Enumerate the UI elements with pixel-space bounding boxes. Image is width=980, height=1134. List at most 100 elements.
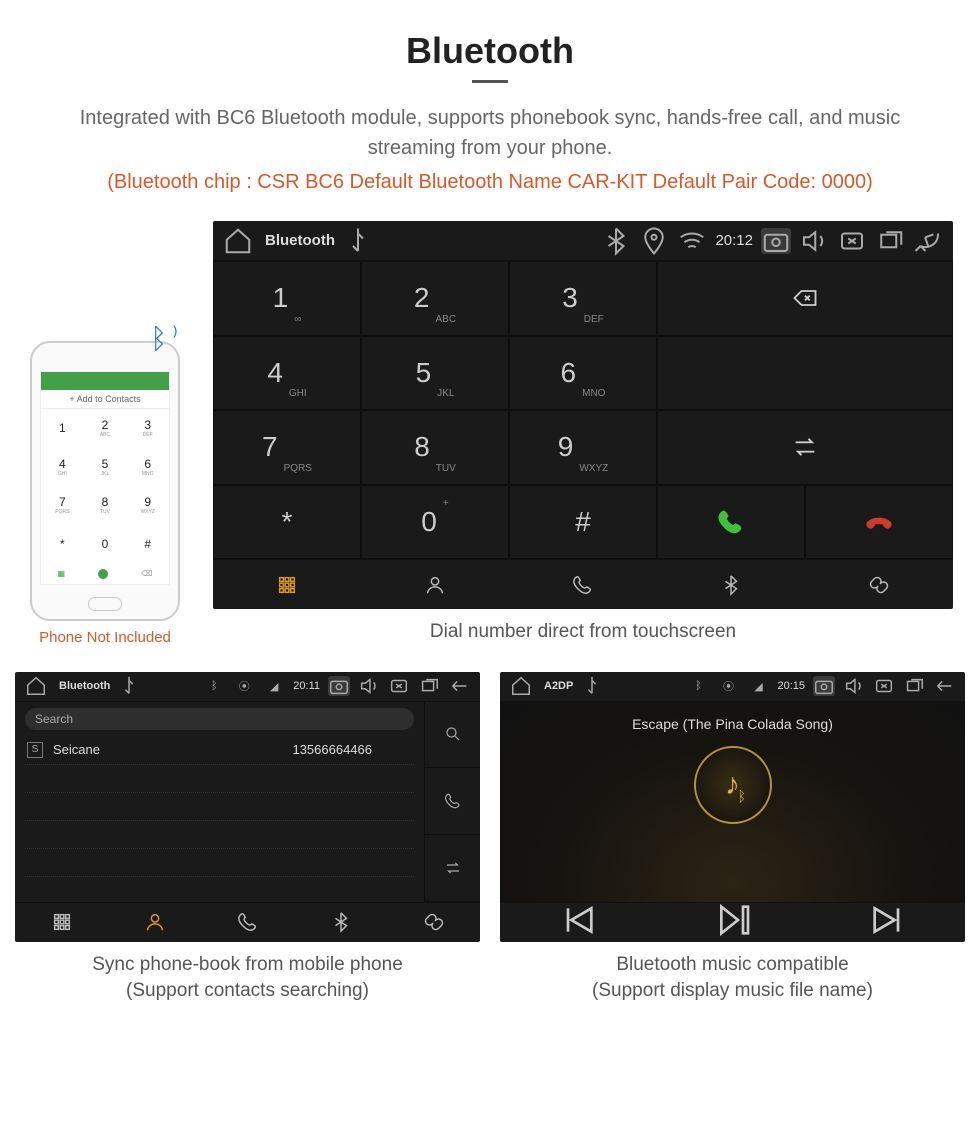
search-input[interactable]: Search — [25, 708, 414, 730]
location-icon: ⦿ — [233, 676, 255, 696]
home-icon[interactable] — [510, 676, 532, 696]
status-bar: Bluetooth 20:12 — [213, 221, 953, 261]
wifi-icon — [677, 228, 707, 254]
key-hash[interactable]: # — [509, 485, 657, 560]
key-star[interactable]: * — [213, 485, 361, 560]
key-3[interactable]: 3DEF — [509, 261, 657, 336]
status-title: Bluetooth — [59, 680, 110, 692]
clock: 20:11 — [293, 680, 320, 692]
close-app-button[interactable] — [388, 676, 410, 696]
wifi-icon: ◢ — [263, 676, 285, 696]
contact-number: 13566664466 — [292, 742, 372, 757]
phone-statusbar — [41, 372, 169, 390]
phone-add-contact: + Add to Contacts — [41, 390, 169, 409]
key-7[interactable]: 7PQRS — [213, 410, 361, 485]
home-icon[interactable] — [25, 676, 47, 696]
bluetooth-status-icon — [601, 228, 631, 254]
contact-initial: S — [27, 742, 43, 758]
recent-apps-button[interactable] — [418, 676, 440, 696]
close-app-button[interactable] — [873, 676, 895, 696]
empty-row — [25, 765, 414, 793]
bluetooth-signal-icon: ᛒ⁾ — [150, 323, 184, 355]
wifi-icon: ◢ — [747, 676, 769, 696]
contact-row[interactable]: S Seicane 13566664466 — [25, 736, 414, 765]
camera-button[interactable] — [761, 228, 791, 254]
nav-contacts[interactable] — [361, 560, 509, 609]
dialer-caption: Dial number direct from touchscreen — [213, 619, 953, 646]
call-button[interactable] — [657, 485, 805, 560]
nav-keypad[interactable] — [15, 903, 108, 942]
usb-icon — [118, 676, 140, 696]
empty-row — [25, 793, 414, 821]
camera-button[interactable] — [813, 676, 835, 696]
usb-icon — [343, 228, 373, 254]
phone-home-button — [88, 597, 122, 611]
nav-pair[interactable] — [805, 560, 953, 609]
song-title: Escape (The Pina Colada Song) — [632, 716, 833, 732]
spec-line: (Bluetooth chip : CSR BC6 Default Blueto… — [15, 167, 965, 197]
back-button[interactable] — [933, 676, 955, 696]
key-4[interactable]: 4GHI — [213, 336, 361, 411]
volume-button[interactable] — [358, 676, 380, 696]
nav-pair[interactable] — [387, 903, 480, 942]
key-0[interactable]: 0+ — [361, 485, 509, 560]
side-search-button[interactable] — [425, 702, 480, 769]
play-pause-button[interactable] — [713, 900, 753, 942]
prev-track-button[interactable] — [558, 900, 598, 942]
phone-note: Phone Not Included — [15, 629, 195, 646]
album-art-icon: ♪ᛒ — [694, 746, 772, 824]
page-title: Bluetooth — [15, 30, 965, 72]
volume-button[interactable] — [799, 228, 829, 254]
clock: 20:15 — [777, 680, 805, 692]
contact-name: Seicane — [53, 742, 100, 757]
usb-icon — [581, 676, 603, 696]
status-bar: A2DP ᛒ ⦿ ◢ 20:15 — [500, 672, 965, 702]
back-button[interactable] — [448, 676, 470, 696]
dialer-headunit: Bluetooth 20:12 1∞ 2ABC 3DEF — [213, 221, 953, 609]
nav-contacts[interactable] — [108, 903, 201, 942]
hangup-button[interactable] — [805, 485, 953, 560]
key-5[interactable]: 5JKL — [361, 336, 509, 411]
close-app-button[interactable] — [837, 228, 867, 254]
status-title: A2DP — [544, 680, 573, 692]
status-bar: Bluetooth ᛒ ⦿ ◢ 20:11 — [15, 672, 480, 702]
nav-keypad[interactable] — [213, 560, 361, 609]
empty-row — [25, 849, 414, 877]
side-sync-button[interactable] — [425, 835, 480, 902]
phonebook-headunit: Bluetooth ᛒ ⦿ ◢ 20:11 Search — [15, 672, 480, 942]
key-9[interactable]: 9WXYZ — [509, 410, 657, 485]
location-icon — [639, 228, 669, 254]
back-button[interactable] — [913, 228, 943, 254]
key-1[interactable]: 1∞ — [213, 261, 361, 336]
nav-call-log[interactable] — [201, 903, 294, 942]
title-underline — [472, 80, 508, 83]
key-2[interactable]: 2ABC — [361, 261, 509, 336]
empty-row — [25, 821, 414, 849]
music-caption: Bluetooth music compatible(Support displ… — [500, 952, 965, 1005]
key-6[interactable]: 6MNO — [509, 336, 657, 411]
music-headunit: A2DP ᛒ ⦿ ◢ 20:15 Escape (The Pina Colada… — [500, 672, 965, 942]
status-title: Bluetooth — [265, 232, 335, 249]
bluetooth-status-icon: ᛒ — [203, 676, 225, 696]
phone-keypad: 1 2ABC 3DEF 4GHI 5JKL 6MNO 7PQRS 8TUV 9W… — [41, 409, 169, 564]
nav-bluetooth[interactable] — [657, 560, 805, 609]
phonebook-caption: Sync phone-book from mobile phone(Suppor… — [15, 952, 480, 1005]
backspace-key[interactable] — [657, 261, 953, 336]
swap-key[interactable] — [657, 410, 953, 485]
recent-apps-button[interactable] — [875, 228, 905, 254]
bluetooth-status-icon: ᛒ — [687, 676, 709, 696]
location-icon: ⦿ — [717, 676, 739, 696]
smartphone-mockup: ᛒ⁾ + Add to Contacts 1 2ABC 3DEF 4GHI 5J… — [30, 341, 180, 621]
page-description: Integrated with BC6 Bluetooth module, su… — [50, 103, 930, 163]
phone-bottom-bar: ▦⌫ — [41, 564, 169, 584]
nav-call-log[interactable] — [509, 560, 657, 609]
camera-button[interactable] — [328, 676, 350, 696]
clock: 20:12 — [715, 232, 753, 249]
recent-apps-button[interactable] — [903, 676, 925, 696]
volume-button[interactable] — [843, 676, 865, 696]
home-icon[interactable] — [223, 228, 253, 254]
side-call-button[interactable] — [425, 768, 480, 835]
nav-bluetooth[interactable] — [294, 903, 387, 942]
key-8[interactable]: 8TUV — [361, 410, 509, 485]
next-track-button[interactable] — [868, 900, 908, 942]
